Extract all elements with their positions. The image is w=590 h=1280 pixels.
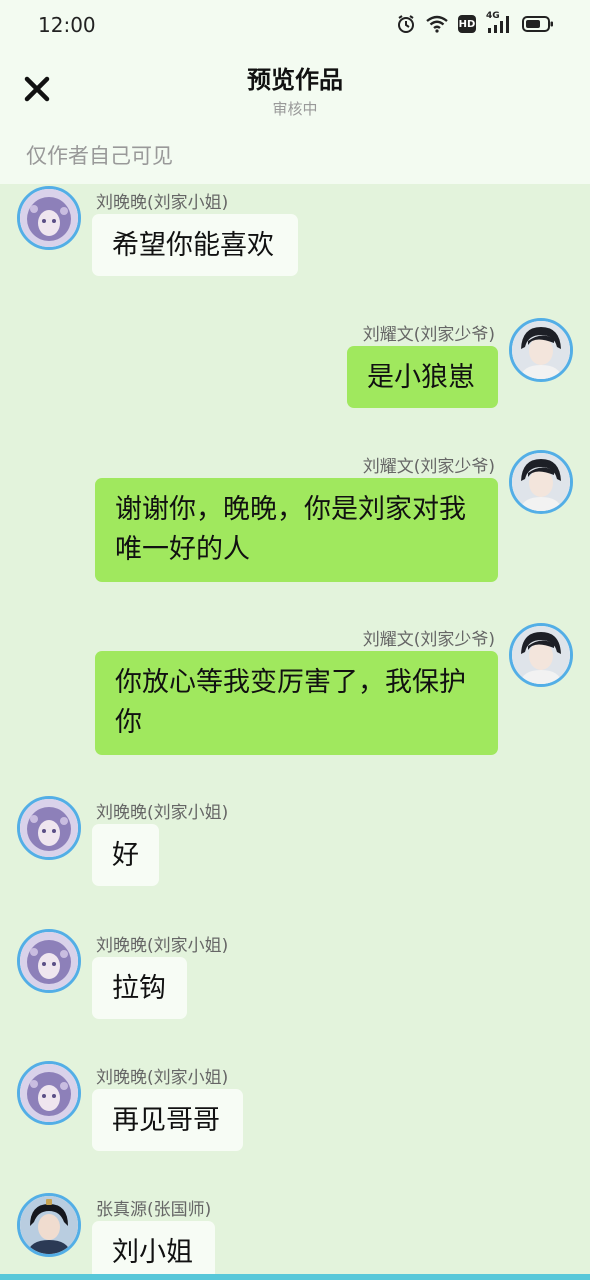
message-bubble[interactable]: 谢谢你，晚晚，你是刘家对我唯一好的人 — [95, 478, 498, 582]
avatar-liu-wanwan[interactable] — [17, 1061, 81, 1125]
avatar-liu-wanwan[interactable] — [17, 929, 81, 993]
message-bubble[interactable]: 好 — [92, 824, 159, 886]
sender-name: 刘晚晚(刘家小姐) — [96, 193, 229, 213]
sender-name: 刘晚晚(刘家小姐) — [96, 803, 229, 823]
message-bubble[interactable]: 刘小姐 — [92, 1221, 215, 1280]
avatar-liu-wanwan[interactable] — [17, 186, 81, 250]
avatar-zhang-zhenyuan[interactable] — [17, 1193, 81, 1257]
message-bubble[interactable]: 希望你能喜欢 — [92, 214, 298, 276]
sender-name: 刘耀文(刘家少爷) — [362, 457, 495, 477]
page-title: 预览作品 — [247, 66, 343, 94]
message-bubble[interactable]: 你放心等我变厉害了，我保护你 — [95, 651, 498, 755]
visibility-note: 仅作者自己可见 — [26, 144, 173, 168]
avatar-liu-yaowen[interactable] — [509, 318, 573, 382]
top-header-area: 12:00 HD 4G 预览作品 审核中 仅作者自己可见 — [0, 0, 590, 184]
sender-name: 刘晚晚(刘家小姐) — [96, 936, 229, 956]
bottom-edge — [0, 1274, 590, 1280]
alarm-icon — [396, 14, 416, 34]
avatar-liu-wanwan[interactable] — [17, 796, 81, 860]
hd-icon: HD — [458, 15, 476, 33]
sender-name: 刘晚晚(刘家小姐) — [96, 1068, 229, 1088]
status-time: 12:00 — [38, 13, 96, 37]
sender-name: 张真源(张国师) — [96, 1200, 212, 1220]
avatar-liu-yaowen[interactable] — [509, 450, 573, 514]
status-bar: 12:00 HD 4G — [0, 0, 590, 52]
message-bubble[interactable]: 拉钩 — [92, 957, 187, 1019]
battery-icon — [522, 15, 554, 33]
status-icons: HD 4G — [396, 11, 554, 34]
signal-icon: 4G — [486, 11, 512, 34]
message-bubble[interactable]: 是小狼崽 — [347, 346, 498, 408]
wifi-icon — [426, 15, 448, 33]
review-status: 审核中 — [272, 100, 318, 118]
chat-area[interactable]: 刘晚晚(刘家小姐) 希望你能喜欢 刘耀文(刘家少爷) 是小狼崽 刘耀文(刘家少爷… — [0, 184, 590, 1280]
avatar-liu-yaowen[interactable] — [509, 623, 573, 687]
sender-name: 刘耀文(刘家少爷) — [362, 325, 495, 345]
message-bubble[interactable]: 再见哥哥 — [92, 1089, 243, 1151]
sender-name: 刘耀文(刘家少爷) — [362, 630, 495, 650]
